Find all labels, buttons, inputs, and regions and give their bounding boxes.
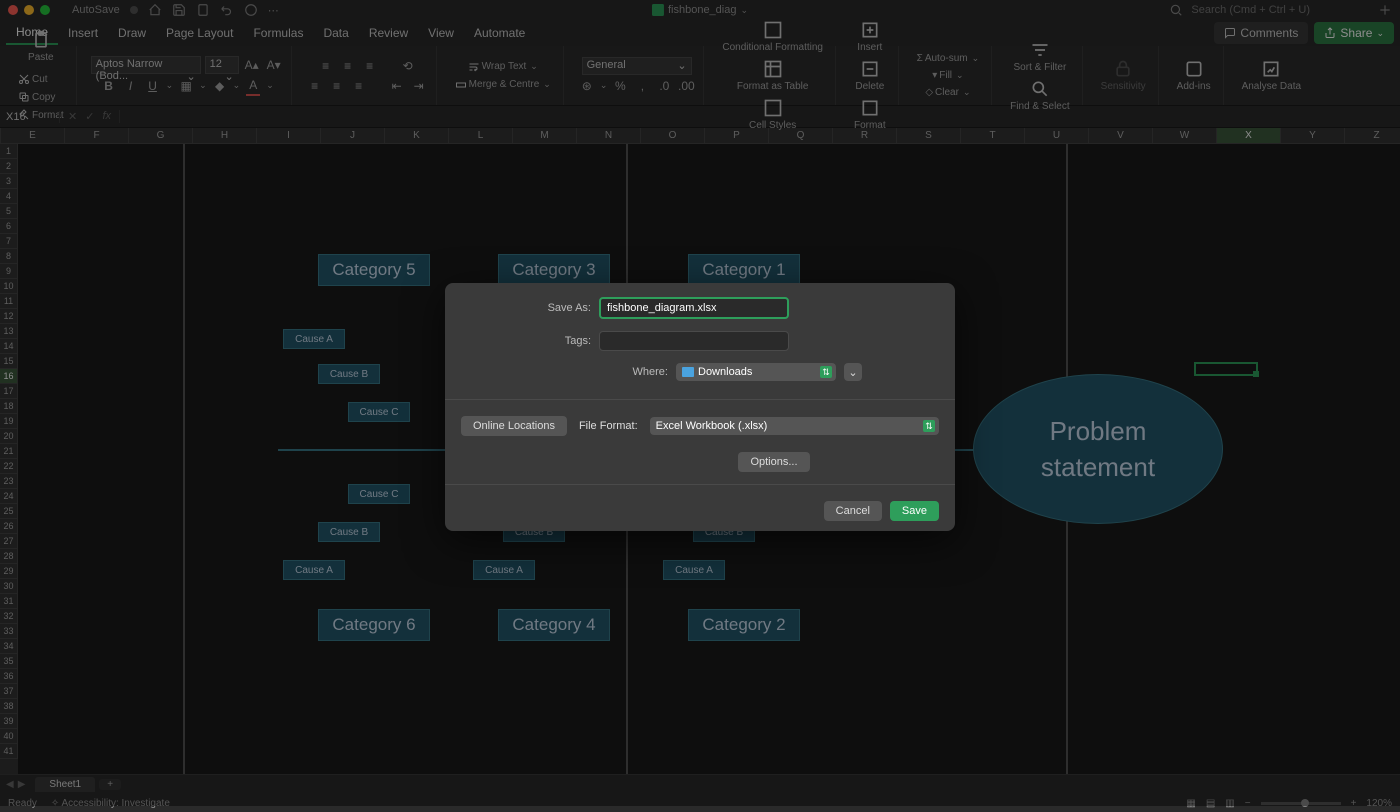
expand-dialog-button[interactable]: ⌄ bbox=[844, 363, 862, 381]
where-caret-icon: ⇅ bbox=[820, 366, 832, 378]
file-format-select[interactable]: Excel Workbook (.xlsx) ⇅ bbox=[650, 417, 939, 435]
save-as-filename-input[interactable] bbox=[599, 297, 789, 319]
tags-input[interactable] bbox=[599, 331, 789, 351]
save-as-label: Save As: bbox=[461, 302, 591, 314]
save-dialog: Save As: Tags: Where: Downloads ⇅ ⌄ Onli… bbox=[445, 283, 955, 531]
online-locations-button[interactable]: Online Locations bbox=[461, 416, 567, 436]
options-button[interactable]: Options... bbox=[738, 452, 809, 472]
cancel-button[interactable]: Cancel bbox=[824, 501, 882, 521]
where-select[interactable]: Downloads ⇅ bbox=[676, 363, 836, 381]
tags-label: Tags: bbox=[461, 335, 591, 347]
format-caret-icon: ⇅ bbox=[923, 420, 935, 432]
folder-icon bbox=[682, 367, 694, 377]
where-label: Where: bbox=[538, 366, 668, 378]
file-format-label: File Format: bbox=[579, 420, 638, 432]
save-button[interactable]: Save bbox=[890, 501, 939, 521]
